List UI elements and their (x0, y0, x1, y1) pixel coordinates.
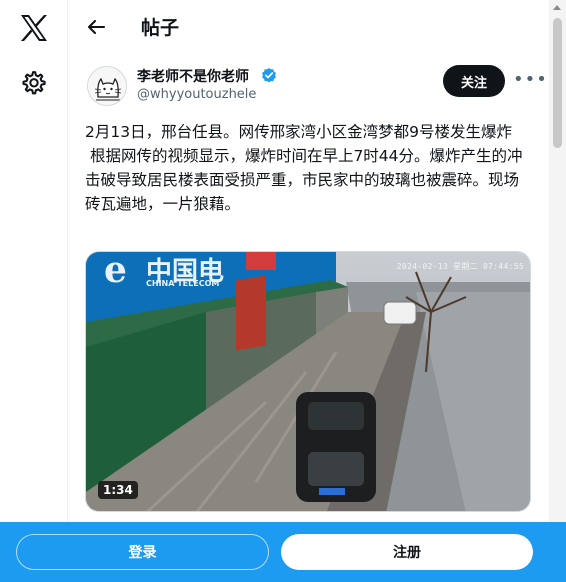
author-name[interactable]: 李老师不是你老师 (137, 66, 249, 86)
gear-icon[interactable] (21, 70, 47, 96)
page-title: 帖子 (141, 17, 180, 39)
scroll-up-icon[interactable] (553, 5, 561, 10)
sign-text-en: CHINA TELECOM (146, 279, 219, 288)
video-duration-badge: 1:34 (98, 481, 138, 499)
avatar-cat-drawing (88, 67, 126, 105)
more-icon[interactable]: ••• (513, 70, 547, 90)
x-logo-icon[interactable] (19, 14, 49, 42)
avatar[interactable] (87, 66, 127, 106)
video-frame: 中国电 CHINA TELECOM e (86, 252, 530, 511)
scrollbar[interactable] (549, 0, 566, 522)
top-bar: 帖子 (69, 0, 547, 54)
camera-timestamp: 2024-02-13 星期二 07:44:55 (396, 262, 524, 271)
video-player[interactable]: 中国电 CHINA TELECOM e 2024-02-13 星期二 07:44… (85, 251, 531, 512)
back-arrow-icon[interactable] (85, 16, 107, 38)
signup-button[interactable]: 注册 (281, 534, 533, 570)
follow-button[interactable]: 关注 (443, 65, 505, 97)
login-prompt-bar: 登录 注册 (0, 522, 566, 582)
scrollbar-thumb[interactable] (553, 18, 562, 148)
svg-text:e: e (104, 252, 127, 291)
author-handle[interactable]: @whyyoutouzhele (137, 87, 256, 102)
login-button[interactable]: 登录 (16, 534, 269, 570)
post-text: 2月13日，邢台任县。网传邢家湾小区金湾梦都9号楼发生爆炸 根据网传的视频显示，… (85, 123, 523, 213)
left-nav (0, 0, 68, 582)
verified-badge-icon (262, 68, 276, 83)
main-column: 帖子 李老师不是你老师 @whyyoutouzhele 关注 ••• 2月13日… (69, 0, 547, 582)
